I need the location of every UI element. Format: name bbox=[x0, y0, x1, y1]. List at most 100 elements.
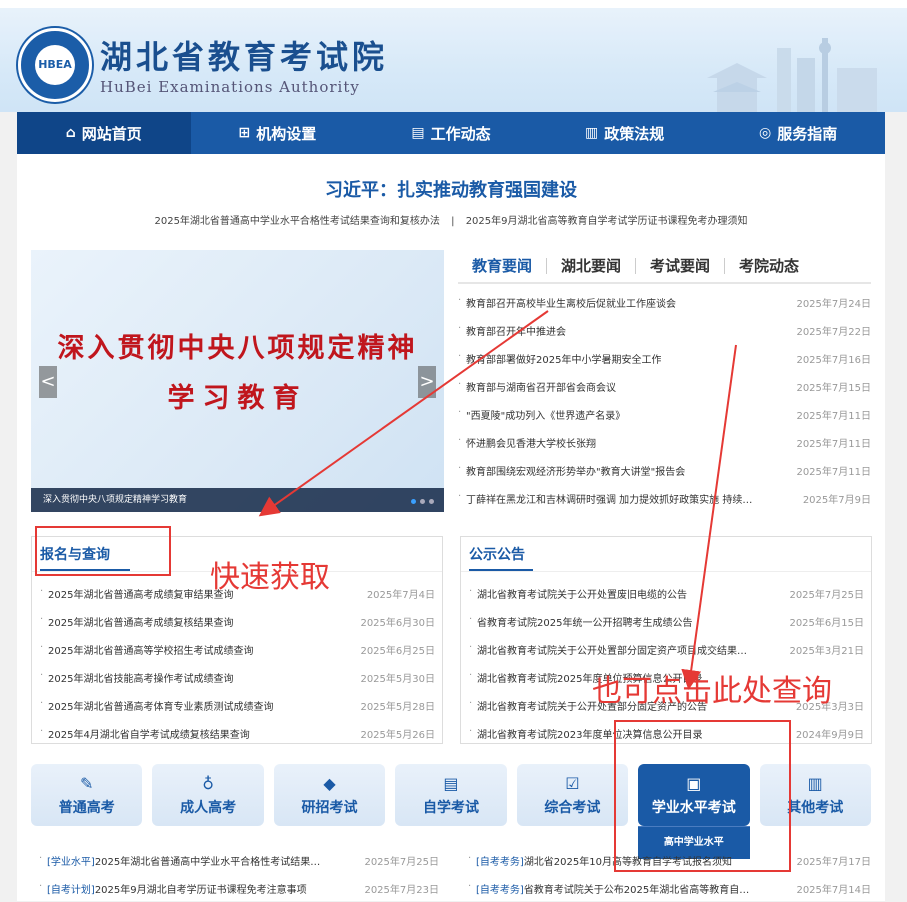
slider-dot[interactable] bbox=[420, 499, 425, 504]
list-item[interactable]: [自考考务]湖北省2025年10月高等教育自学考试报名须知 2025年7月17日 bbox=[468, 846, 871, 874]
item-title[interactable]: [自考考务]省教育考试院关于公布2025年湖北省高等教育自… bbox=[468, 881, 749, 896]
nav-policy[interactable]: ▥ 政策法规 bbox=[538, 112, 712, 154]
slider-next-button[interactable]: > bbox=[418, 366, 436, 398]
slider-dot[interactable] bbox=[429, 499, 434, 504]
list-item[interactable]: 2025年湖北省技能高考操作考试成绩查询 2025年5月30日 bbox=[40, 663, 435, 691]
headline-link[interactable]: 习近平：扎实推动教育强国建设 bbox=[17, 176, 885, 202]
list-item[interactable]: [自考计划]2025年9月湖北自考学历证书课程免考注意事项 2025年7月23日 bbox=[39, 874, 439, 902]
image-slider[interactable]: 深入贯彻中央八项规定精神 学习教育 < > 深入贯彻中央八项规定精神学习教育 bbox=[31, 250, 444, 512]
list-item[interactable]: 教育部与湖南省召开部省会商会议 2025年7月15日 bbox=[458, 372, 871, 400]
nav-label: 工作动态 bbox=[430, 124, 491, 143]
item-title[interactable]: 湖北省教育考试院2023年度单位决算信息公开目录 bbox=[469, 726, 702, 741]
list-item[interactable]: 教育部召开高校毕业生离校后促就业工作座谈会 2025年7月24日 bbox=[458, 288, 871, 316]
item-title[interactable]: 2025年4月湖北省自学考试成绩复核结果查询 bbox=[40, 726, 250, 741]
exam-adult-button[interactable]: ♁ 成人高考 bbox=[152, 764, 264, 826]
news-title[interactable]: 教育部部署做好2025年中小学暑期安全工作 bbox=[458, 351, 661, 366]
news-date: 2025年7月22日 bbox=[796, 326, 871, 338]
exam-label: 成人高考 bbox=[180, 799, 237, 816]
news-date: 2025年7月11日 bbox=[796, 438, 871, 450]
slider-prev-button[interactable]: < bbox=[39, 366, 57, 398]
list-item[interactable]: 湖北省教育考试院关于公开处置废旧电缆的公告 2025年7月25日 bbox=[469, 579, 864, 607]
item-text: 2025年9月湖北自考学历证书课程免考注意事项 bbox=[94, 884, 307, 896]
title-underline bbox=[469, 569, 533, 571]
item-date: 2025年5月26日 bbox=[360, 729, 435, 741]
exam-general-button[interactable]: ✎ 普通高考 bbox=[31, 764, 143, 826]
exam-label: 普通高考 bbox=[58, 799, 115, 816]
registration-list: 2025年湖北省普通高考成绩复审结果查询 2025年7月4日 2025年湖北省普通… bbox=[40, 579, 435, 747]
separator: | bbox=[451, 216, 455, 227]
list-item[interactable]: 教育部部署做好2025年中小学暑期安全工作 2025年7月16日 bbox=[458, 344, 871, 372]
annotation-click-here: 也可点击此处查询 bbox=[592, 674, 832, 709]
exam-academic-level-button[interactable]: ▣ 学业水平考试 高中学业水平 bbox=[638, 764, 750, 859]
list-item[interactable]: 2025年湖北省普通高考成绩复核结果查询 2025年6月30日 bbox=[40, 607, 435, 635]
list-item[interactable]: 省教育考试院2025年统一公开招聘考生成绩公告 2025年6月15日 bbox=[469, 607, 864, 635]
nav-label: 政策法规 bbox=[604, 124, 665, 143]
list-item[interactable]: 2025年4月湖北省自学考试成绩复核结果查询 2025年5月26日 bbox=[40, 719, 435, 747]
list-item[interactable]: 怀进鹏会见香港大学校长张翔 2025年7月11日 bbox=[458, 428, 871, 456]
item-title[interactable]: 省教育考试院2025年统一公开招聘考生成绩公告 bbox=[469, 614, 692, 629]
item-title[interactable]: [自考考务]湖北省2025年10月高等教育自学考试报名须知 bbox=[468, 853, 732, 868]
item-title[interactable]: 2025年湖北省普通高考成绩复审结果查询 bbox=[40, 586, 233, 601]
notebook-icon: ▤ bbox=[443, 773, 459, 793]
tab-institute-news[interactable]: 考院动态 bbox=[725, 258, 813, 274]
news-title[interactable]: 教育部围绕宏观经济形势举办"教育大讲堂"报告会 bbox=[458, 463, 685, 478]
exam-label: 综合考试 bbox=[544, 799, 601, 816]
list-item[interactable]: "西夏陵"成功列入《世界遗产名录》 2025年7月11日 bbox=[458, 400, 871, 428]
item-date: 2025年7月25日 bbox=[364, 856, 439, 868]
item-title[interactable]: [自考计划]2025年9月湖北自考学历证书课程免考注意事项 bbox=[39, 881, 307, 896]
exam-graduate-button[interactable]: ◆ 研招考试 bbox=[273, 764, 386, 826]
item-tag: [自考考务] bbox=[476, 884, 524, 896]
exam-self-study-button[interactable]: ▤ 自学考试 bbox=[395, 764, 507, 826]
item-title[interactable]: 2025年湖北省普通高考成绩复核结果查询 bbox=[40, 614, 233, 629]
sub-headline-link-1[interactable]: 2025年湖北省普通高中学业水平合格性考试结果查询和复核办法 bbox=[154, 216, 439, 227]
registration-title[interactable]: 报名与查询 bbox=[40, 544, 110, 564]
list-item[interactable]: 2025年湖北省普通高考体育专业素质测试成绩查询 2025年5月28日 bbox=[40, 691, 435, 719]
list-item[interactable]: 教育部召开年中推进会 2025年7月22日 bbox=[458, 316, 871, 344]
nav-work-news[interactable]: ▤ 工作动态 bbox=[364, 112, 538, 154]
list-item[interactable]: 2025年湖北省普通高等学校招生考试成绩查询 2025年6月25日 bbox=[40, 635, 435, 663]
nav-organization[interactable]: ⊞ 机构设置 bbox=[191, 112, 365, 154]
item-title[interactable]: 2025年湖北省技能高考操作考试成绩查询 bbox=[40, 670, 233, 685]
exam-label: 其他考试 bbox=[787, 799, 844, 816]
news-title[interactable]: 教育部与湖南省召开部省会商会议 bbox=[458, 379, 616, 394]
list-item[interactable]: 湖北省教育考试院关于公开处置部分固定资产项目成交结果… 2025年3月21日 bbox=[469, 635, 864, 663]
item-date: 2025年6月25日 bbox=[360, 645, 435, 657]
nav-service-guide[interactable]: ◎ 服务指南 bbox=[711, 112, 885, 154]
list-item[interactable]: 教育部围绕宏观经济形势举办"教育大讲堂"报告会 2025年7月11日 bbox=[458, 456, 871, 484]
exam-other-button[interactable]: ▥ 其他考试 bbox=[759, 764, 871, 826]
news-title[interactable]: 丁薛祥在黑龙江和吉林调研时强调 加力提效抓好政策实施 持续… bbox=[458, 491, 752, 506]
news-title[interactable]: 怀进鹏会见香港大学校长张翔 bbox=[458, 435, 596, 450]
medal-icon: ♁ bbox=[202, 773, 214, 793]
item-title[interactable]: 2025年湖北省普通高等学校招生考试成绩查询 bbox=[40, 642, 253, 657]
news-date: 2025年7月11日 bbox=[796, 466, 871, 478]
tab-exam-news[interactable]: 考试要闻 bbox=[636, 258, 726, 274]
item-title[interactable]: 湖北省教育考试院关于公开处置废旧电缆的公告 bbox=[469, 586, 687, 601]
announcements-title[interactable]: 公示公告 bbox=[469, 544, 525, 564]
item-date: 2024年9月9日 bbox=[795, 729, 864, 741]
news-title[interactable]: 教育部召开年中推进会 bbox=[458, 323, 566, 338]
item-tag: [自考考务] bbox=[476, 856, 524, 868]
item-tag: [学业水平] bbox=[47, 856, 95, 868]
tab-education-news[interactable]: 教育要闻 bbox=[458, 258, 548, 274]
exam-comprehensive-button[interactable]: ☑ 综合考试 bbox=[516, 764, 629, 826]
item-title[interactable]: 湖北省教育考试院关于公开处置部分固定资产项目成交结果… bbox=[469, 642, 747, 657]
slider-dot[interactable] bbox=[411, 499, 416, 504]
title-underline bbox=[40, 569, 130, 571]
item-title[interactable]: 2025年湖北省普通高考体育专业素质测试成绩查询 bbox=[40, 698, 273, 713]
item-title[interactable]: [学业水平]2025年湖北省普通高中学业水平合格性考试结果… bbox=[39, 853, 320, 868]
site-banner: HBEA 湖北省教育考试院 HuBei Examinations Authori… bbox=[0, 8, 907, 112]
news-title[interactable]: "西夏陵"成功列入《世界遗产名录》 bbox=[458, 407, 625, 422]
bottom-news-left: [学业水平]2025年湖北省普通高中学业水平合格性考试结果… 2025年7月25日… bbox=[39, 846, 439, 902]
nav-home[interactable]: ⌂ 网站首页 bbox=[17, 112, 191, 154]
item-text: 省教育考试院关于公布2025年湖北省高等教育自… bbox=[523, 884, 750, 896]
tab-hubei-news[interactable]: 湖北要闻 bbox=[547, 258, 637, 274]
list-item[interactable]: 湖北省教育考试院2023年度单位决算信息公开目录 2024年9月9日 bbox=[469, 719, 864, 747]
sub-headline-link-2[interactable]: 2025年9月湖北省高等教育自学考试学历证书课程免考办理须知 bbox=[466, 216, 748, 227]
list-item[interactable]: [自考考务]省教育考试院关于公布2025年湖北省高等教育自… 2025年7月14日 bbox=[468, 874, 871, 902]
announcements-box: 公示公告 湖北省教育考试院关于公开处置废旧电缆的公告 2025年7月25日 省教育… bbox=[460, 536, 872, 744]
site-logo[interactable]: HBEA bbox=[18, 28, 92, 102]
slide-caption[interactable]: 深入贯彻中央八项规定精神学习教育 bbox=[31, 488, 444, 512]
list-item[interactable]: [学业水平]2025年湖北省普通高中学业水平合格性考试结果… 2025年7月25日 bbox=[39, 846, 439, 874]
list-item[interactable]: 丁薛祥在黑龙江和吉林调研时强调 加力提效抓好政策实施 持续… 2025年7月9日 bbox=[458, 484, 871, 512]
news-title[interactable]: 教育部召开高校毕业生离校后促就业工作座谈会 bbox=[458, 295, 676, 310]
